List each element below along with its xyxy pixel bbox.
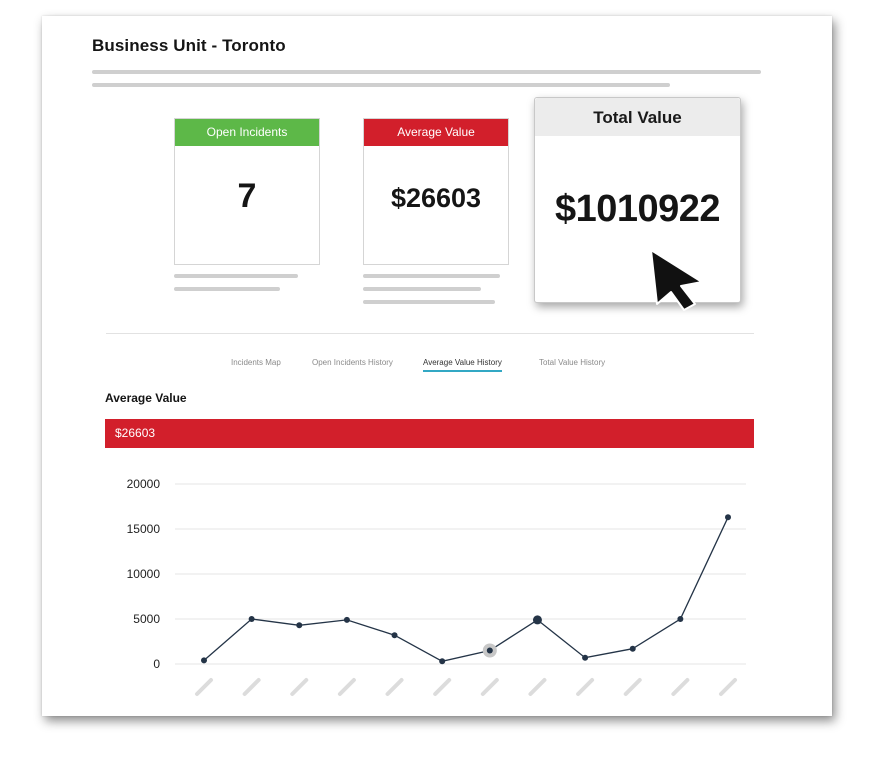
- x-tick-placeholder: [576, 678, 595, 696]
- data-point: [248, 616, 255, 622]
- data-point: [296, 622, 303, 629]
- x-tick-placeholder: [242, 678, 261, 696]
- data-point: [629, 645, 636, 652]
- x-tick-placeholder: [671, 678, 690, 696]
- y-tick-label: 20000: [127, 477, 161, 491]
- data-point: [391, 632, 398, 639]
- x-tick-placeholder: [385, 678, 404, 696]
- x-tick-placeholder: [528, 678, 547, 696]
- data-point: [532, 615, 542, 625]
- x-tick-placeholder: [719, 678, 737, 696]
- x-tick-placeholder: [337, 678, 356, 696]
- data-point: [725, 514, 731, 521]
- data-point: [343, 616, 350, 623]
- x-tick-placeholder: [290, 678, 309, 696]
- y-tick-label: 5000: [133, 612, 160, 626]
- dashboard-window: Business Unit - Toronto Open Incidents 7…: [42, 16, 832, 716]
- x-tick-placeholder: [195, 678, 213, 696]
- y-tick-label: 15000: [127, 522, 161, 536]
- x-tick-placeholder: [433, 678, 452, 696]
- data-point: [677, 616, 684, 622]
- series-line: [203, 517, 729, 662]
- average-value-line-chart: 0 5000 10000 15000 20000: [127, 477, 746, 696]
- y-tick-label: 0: [153, 657, 160, 671]
- data-point: [439, 658, 446, 665]
- data-point: [201, 657, 207, 664]
- data-point: [486, 647, 493, 654]
- y-tick-label: 10000: [127, 567, 161, 581]
- data-point: [582, 654, 589, 661]
- x-tick-placeholder: [623, 678, 642, 696]
- x-tick-placeholder: [480, 678, 499, 696]
